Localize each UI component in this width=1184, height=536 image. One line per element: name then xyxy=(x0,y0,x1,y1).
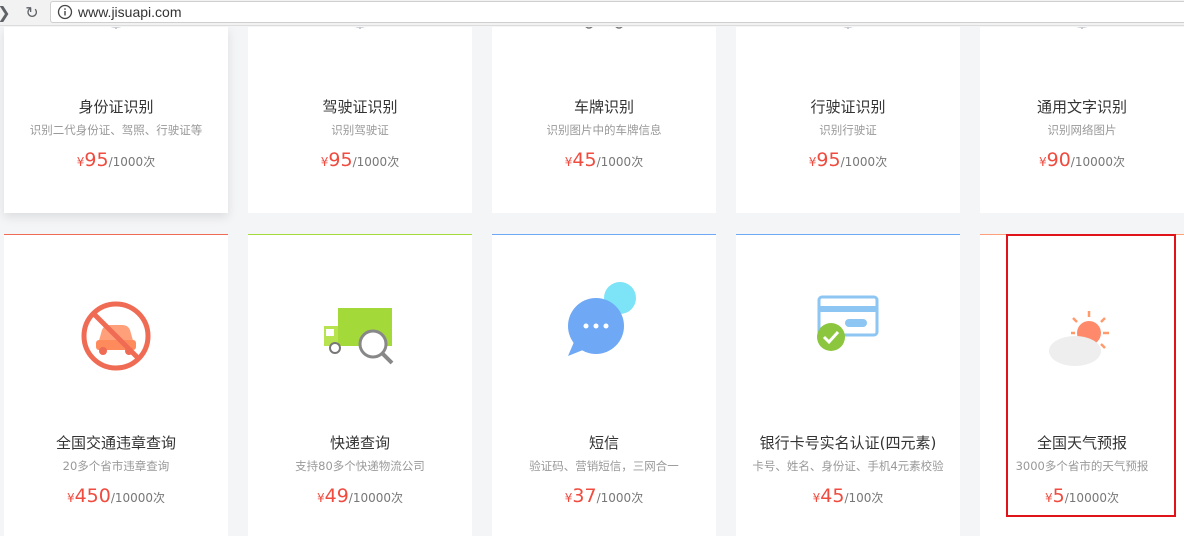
api-card-text-ocr[interactable]: 通用文字识别 识别网络图片 ¥90/10000次 xyxy=(980,27,1184,213)
text-ocr-scan-icon xyxy=(1076,27,1088,29)
price-value: 95 xyxy=(816,149,841,171)
driver-license-scan-icon xyxy=(355,27,365,29)
card-title: 行驶证识别 xyxy=(810,98,886,116)
price-value: 95 xyxy=(328,149,353,171)
card-title: 驾驶证识别 xyxy=(322,98,398,116)
price-unit: /100次 xyxy=(844,491,884,505)
api-card-id-card[interactable]: 身份证识别 识别二代身份证、驾照、行驶证等 ¥95/1000次 xyxy=(4,27,228,213)
id-card-scan-icon xyxy=(110,27,122,29)
price-value: 90 xyxy=(1046,149,1071,171)
vehicle-license-scan-icon xyxy=(843,27,853,29)
card-price: ¥90/10000次 xyxy=(980,149,1184,171)
currency-symbol: ¥ xyxy=(66,491,75,505)
price-unit: /10000次 xyxy=(110,491,166,505)
price-value: 5 xyxy=(1052,485,1065,507)
card-description: 识别驾驶证 xyxy=(331,123,389,137)
price-value: 450 xyxy=(74,485,111,507)
sun-cloud-icon xyxy=(1049,311,1109,366)
card-price: ¥95/1000次 xyxy=(4,149,228,171)
card-price: ¥45/100次 xyxy=(736,485,960,507)
address-bar[interactable]: www.jisuapi.com xyxy=(50,1,1184,23)
price-value: 45 xyxy=(820,485,845,507)
card-title: 车牌识别 xyxy=(573,98,634,116)
card-description: 识别二代身份证、驾照、行驶证等 xyxy=(29,123,203,137)
card-price: ¥95/1000次 xyxy=(248,149,472,171)
reload-icon[interactable]: ↻ xyxy=(22,3,42,23)
card-description: 20多个省市违章查询 xyxy=(62,459,170,473)
price-unit: /10000次 xyxy=(1064,491,1119,505)
bank-card-check-icon xyxy=(817,295,879,351)
no-car-icon xyxy=(81,301,151,371)
api-card-license-plate[interactable]: 车牌识别 识别图片中的车牌信息 ¥45/1000次 xyxy=(492,27,716,213)
card-price: ¥37/1000次 xyxy=(492,485,716,507)
price-value: 95 xyxy=(84,149,109,171)
card-description: 卡号、姓名、身份证、手机4元素校验 xyxy=(752,459,944,473)
card-price: ¥49/10000次 xyxy=(248,485,472,507)
api-card-weather[interactable]: 全国天气预报 3000多个省市的天气预报 ¥5/10000次 xyxy=(980,234,1184,536)
api-card-sms[interactable]: 短信 验证码、营销短信，三网合一 ¥37/1000次 xyxy=(492,234,716,536)
card-title: 身份证识别 xyxy=(78,98,154,116)
currency-symbol: ¥ xyxy=(1038,155,1047,169)
browser-toolbar: ❯ ↻ www.jisuapi.com xyxy=(0,0,1184,26)
price-value: 49 xyxy=(324,485,349,507)
currency-symbol: ¥ xyxy=(1045,491,1053,505)
card-title: 通用文字识别 xyxy=(1036,98,1127,116)
api-card-driver-license[interactable]: 驾驶证识别 识别驾驶证 ¥95/1000次 xyxy=(248,27,472,213)
card-description: 识别图片中的车牌信息 xyxy=(546,123,662,137)
chat-bubble-icon xyxy=(568,282,636,356)
card-title: 短信 xyxy=(588,434,619,452)
card-price: ¥5/10000次 xyxy=(980,485,1184,507)
api-card-express[interactable]: 快递查询 支持80多个快递物流公司 ¥49/10000次 xyxy=(248,234,472,536)
card-description: 识别行驶证 xyxy=(819,123,877,137)
card-title: 银行卡号实名认证(四元素) xyxy=(759,434,937,452)
info-icon[interactable] xyxy=(57,4,73,20)
card-title: 全国天气预报 xyxy=(1036,434,1127,452)
card-price: ¥45/1000次 xyxy=(492,149,716,171)
price-unit: /1000次 xyxy=(108,155,156,169)
price-unit: /1000次 xyxy=(352,155,400,169)
card-description: 支持80多个快递物流公司 xyxy=(295,459,425,473)
card-description: 识别网络图片 xyxy=(1047,123,1117,137)
price-value: 37 xyxy=(572,485,597,507)
price-unit: /10000次 xyxy=(348,491,404,505)
card-price: ¥450/10000次 xyxy=(4,485,228,507)
api-card-traffic-violation[interactable]: 全国交通违章查询 20多个省市违章查询 ¥450/10000次 xyxy=(4,234,228,536)
api-card-bank-verify[interactable]: 银行卡号实名认证(四元素) 卡号、姓名、身份证、手机4元素校验 ¥45/100次 xyxy=(736,234,960,536)
price-unit: /10000次 xyxy=(1070,155,1126,169)
forward-icon[interactable]: ❯ xyxy=(0,3,14,23)
license-plate-car-icon xyxy=(585,27,623,29)
url-text[interactable]: www.jisuapi.com xyxy=(78,4,181,20)
truck-search-icon xyxy=(324,308,394,365)
card-title: 快递查询 xyxy=(329,434,390,452)
card-title: 全国交通违章查询 xyxy=(55,434,176,452)
card-description: 3000多个省市的天气预报 xyxy=(1015,459,1149,473)
page-viewport: 身份证识别 识别二代身份证、驾照、行驶证等 ¥95/1000次 驾驶证识别 识别… xyxy=(0,27,1184,536)
price-value: 45 xyxy=(572,149,597,171)
card-description: 验证码、营销短信，三网合一 xyxy=(529,459,679,473)
api-card-vehicle-license[interactable]: 行驶证识别 识别行驶证 ¥95/1000次 xyxy=(736,27,960,213)
currency-symbol: ¥ xyxy=(316,491,325,505)
price-unit: /1000次 xyxy=(596,491,644,505)
price-unit: /1000次 xyxy=(596,155,644,169)
price-unit: /1000次 xyxy=(840,155,888,169)
card-price: ¥95/1000次 xyxy=(736,149,960,171)
